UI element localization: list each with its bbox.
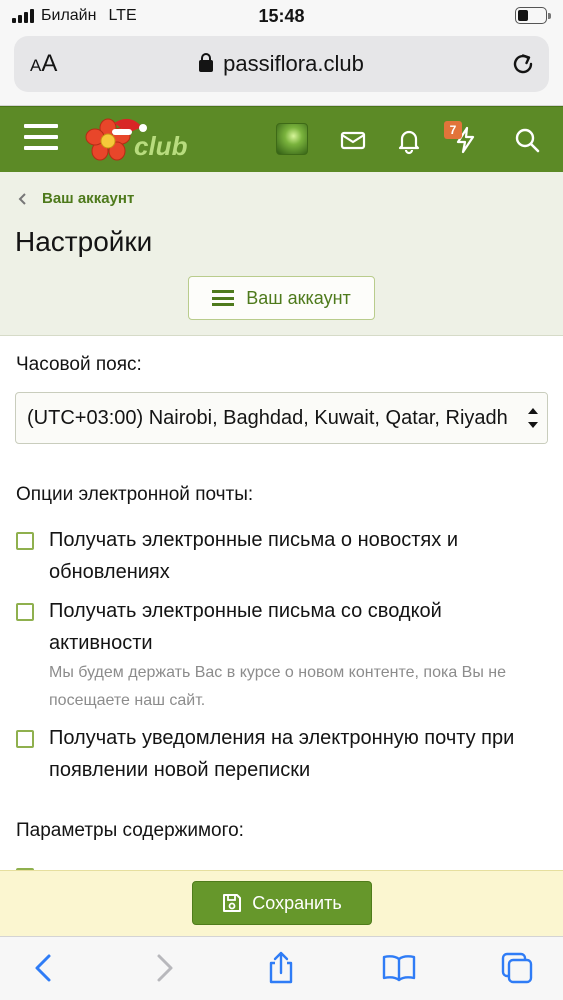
settings-form: Часовой пояс: (UTC+03:00) Nairobi, Baghd… bbox=[0, 336, 563, 870]
status-bar: Билайн LTE 15:48 bbox=[0, 0, 563, 32]
share-icon[interactable] bbox=[264, 951, 298, 985]
avatar[interactable] bbox=[276, 123, 308, 155]
back-arrow-icon[interactable] bbox=[28, 951, 62, 985]
account-menu-button[interactable]: Ваш аккаунт bbox=[188, 276, 375, 320]
site-header: club 7 bbox=[0, 106, 563, 172]
select-arrows-icon bbox=[519, 393, 547, 443]
save-button[interactable]: Сохранить bbox=[192, 881, 372, 925]
url-display[interactable]: passiflora.club bbox=[14, 51, 549, 77]
form-submit-bar: Сохранить bbox=[0, 870, 563, 936]
activity-summary-checkbox[interactable] bbox=[16, 603, 34, 621]
address-bar[interactable]: AA passiflora.club bbox=[14, 36, 549, 92]
bookmarks-icon[interactable] bbox=[382, 951, 416, 985]
browser-address-area: AA passiflora.club bbox=[0, 32, 563, 106]
save-disk-icon bbox=[223, 894, 242, 912]
page-heading-area: Ваш аккаунт Настройки Ваш аккаунт bbox=[0, 172, 563, 336]
alerts-badge: 7 bbox=[444, 121, 462, 139]
email-options-label: Опции электронной почты: bbox=[16, 484, 254, 505]
conversation-email-checkbox[interactable] bbox=[16, 730, 34, 748]
hamburger-menu-icon[interactable] bbox=[24, 124, 58, 154]
chevron-left-icon bbox=[18, 192, 26, 205]
forward-arrow-icon[interactable] bbox=[146, 951, 180, 985]
content-options-label: Параметры содержимого: bbox=[16, 820, 244, 841]
save-button-label: Сохранить bbox=[252, 892, 342, 913]
bell-icon[interactable] bbox=[394, 125, 424, 155]
clock: 15:48 bbox=[258, 6, 305, 26]
reload-icon[interactable] bbox=[509, 50, 537, 78]
breadcrumb[interactable]: Ваш аккаунт bbox=[18, 190, 134, 207]
breadcrumb-link[interactable]: Ваш аккаунт bbox=[42, 190, 134, 207]
url-text: passiflora.club bbox=[223, 51, 364, 76]
news-checkbox[interactable] bbox=[16, 532, 34, 550]
timezone-value: (UTC+03:00) Nairobi, Baghdad, Kuwait, Qa… bbox=[27, 407, 508, 429]
news-checkbox-label[interactable]: Получать электронные письма о новостях и… bbox=[49, 524, 546, 588]
site-logo[interactable]: club bbox=[84, 113, 200, 167]
email-option-news[interactable]: Получать электронные письма о новостях и… bbox=[16, 528, 546, 588]
list-menu-icon bbox=[212, 290, 235, 306]
logo-text: club bbox=[134, 131, 188, 161]
page-title: Настройки bbox=[15, 226, 153, 257]
email-option-conversations[interactable]: Получать уведомления на электронную почт… bbox=[16, 726, 546, 786]
browser-toolbar bbox=[0, 936, 563, 1000]
lock-icon bbox=[199, 53, 214, 72]
battery-icon bbox=[515, 7, 551, 24]
tabs-icon[interactable] bbox=[500, 951, 534, 985]
account-menu-label: Ваш аккаунт bbox=[246, 287, 351, 308]
timezone-label: Часовой пояс: bbox=[16, 354, 142, 375]
email-option-activity[interactable]: Получать электронные письма со сводкой а… bbox=[16, 599, 546, 715]
activity-summary-label[interactable]: Получать электронные письма со сводкой а… bbox=[49, 595, 546, 659]
conversation-email-label[interactable]: Получать уведомления на электронную почт… bbox=[49, 722, 546, 786]
timezone-select[interactable]: (UTC+03:00) Nairobi, Baghdad, Kuwait, Qa… bbox=[15, 392, 548, 444]
activity-summary-hint: Мы будем держать Вас в курсе о новом кон… bbox=[49, 664, 507, 709]
mail-icon[interactable] bbox=[338, 125, 368, 155]
search-icon[interactable] bbox=[512, 125, 542, 155]
